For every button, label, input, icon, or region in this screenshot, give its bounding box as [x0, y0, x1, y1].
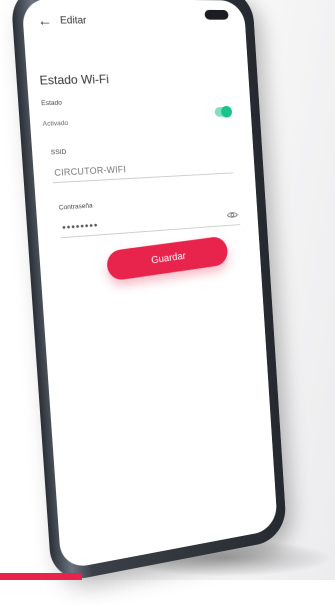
- top-bar: ← Editar: [37, 12, 87, 29]
- status-label: Estado: [40, 99, 63, 108]
- camera-cutout: [204, 9, 229, 20]
- toggle-knob: [220, 105, 233, 118]
- status-toggle[interactable]: [214, 105, 233, 118]
- brand-strip: [0, 573, 82, 580]
- save-button[interactable]: Guardar: [105, 235, 230, 282]
- page-title: Editar: [59, 14, 87, 27]
- back-arrow-icon[interactable]: ←: [37, 12, 53, 29]
- ssid-label: SSID: [50, 148, 67, 157]
- phone-frame: ← Editar Estado Wi-Fi Estado Activado SS…: [10, 0, 288, 585]
- eye-icon[interactable]: [227, 211, 238, 219]
- password-input[interactable]: ••••••••: [62, 220, 99, 234]
- status-value: Activado: [42, 119, 69, 128]
- phone-mockup: ← Editar Estado Wi-Fi Estado Activado SS…: [10, 0, 297, 605]
- ssid-input[interactable]: CIRCUTOR-WIFI: [54, 164, 126, 178]
- section-title: Estado Wi-Fi: [39, 72, 110, 88]
- password-label: Contraseña: [58, 202, 93, 212]
- phone-screen: ← Editar Estado Wi-Fi Estado Activado SS…: [21, 0, 278, 571]
